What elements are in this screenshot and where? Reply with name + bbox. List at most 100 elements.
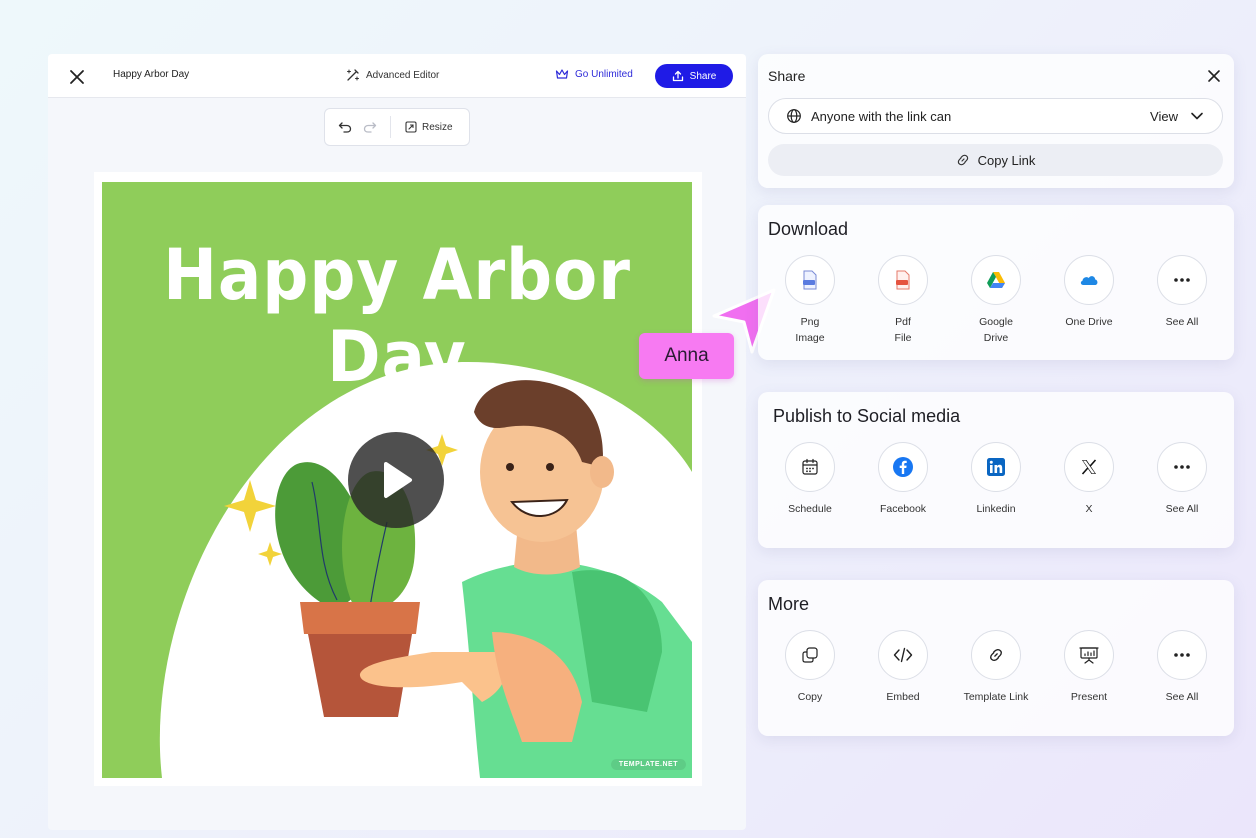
option-circle (1064, 255, 1114, 305)
editor-header: Happy Arbor Day Advanced Editor Go Unlim… (48, 54, 746, 98)
calendar-icon (802, 458, 818, 475)
go-unlimited-button[interactable]: Go Unlimited (555, 68, 633, 80)
more-options: Copy Embed Template Link Present See All (762, 630, 1232, 730)
option-label: Schedule (788, 503, 832, 515)
play-icon (384, 462, 412, 498)
copy-icon (802, 647, 818, 663)
option-circle (1157, 442, 1207, 492)
option-label: Png Image (795, 316, 825, 344)
more-copy-option[interactable]: Copy (768, 630, 852, 705)
social-facebook-option[interactable]: Facebook (861, 442, 945, 517)
option-circle (785, 255, 835, 305)
more-dots-icon (1174, 653, 1190, 657)
undo-icon[interactable] (337, 119, 353, 135)
option-label: Present (1070, 691, 1108, 703)
copy-link-label: Copy Link (977, 152, 1036, 168)
advanced-editor-label: Advanced Editor (366, 69, 440, 81)
more-present-option[interactable]: Present (1047, 630, 1131, 705)
social-x-option[interactable]: X (1047, 442, 1131, 517)
link-icon (957, 154, 968, 166)
option-circle (1064, 442, 1114, 492)
toolbar-divider (390, 116, 391, 138)
more-dots-icon (1174, 278, 1190, 282)
option-label: Facebook (879, 503, 927, 515)
link-access-value: View (1150, 108, 1178, 124)
resize-button[interactable]: Resize (405, 121, 453, 133)
close-icon[interactable] (68, 68, 86, 86)
crown-icon (555, 69, 569, 79)
link-icon (990, 648, 1002, 662)
link-access-text: Anyone with the link can (811, 108, 952, 124)
canvas-toolbar: Resize (324, 108, 470, 146)
template-watermark: TEMPLATE.NET (610, 759, 686, 770)
more-see-all-option[interactable]: See All (1140, 630, 1224, 705)
more-title: More (768, 594, 810, 614)
download-pdf-option[interactable]: Pdf File (861, 255, 945, 346)
share-panel-title: Share (768, 68, 806, 84)
resize-label: Resize (422, 121, 453, 133)
globe-icon (787, 109, 801, 123)
go-unlimited-label: Go Unlimited (575, 68, 633, 80)
option-label: Embed (886, 691, 920, 703)
copy-link-button[interactable]: Copy Link (768, 144, 1223, 176)
option-label: See All (1165, 316, 1199, 328)
x-logo-icon (1081, 459, 1097, 475)
more-panel: More Copy Embed Template Link Present Se… (758, 580, 1234, 736)
download-onedrive-option[interactable]: One Drive (1047, 255, 1131, 330)
option-label: X (1085, 503, 1093, 515)
option-circle (971, 255, 1021, 305)
more-dots-icon (1174, 465, 1190, 469)
presentation-icon (1079, 647, 1099, 664)
upload-icon (672, 70, 683, 82)
option-circle (878, 255, 928, 305)
more-template-link-option[interactable]: Template Link (954, 630, 1038, 705)
redo-icon[interactable] (362, 119, 378, 135)
download-panel: Download Png Image Pdf File Google Drive… (758, 205, 1234, 360)
editor-window: Happy Arbor Day Advanced Editor Go Unlim… (48, 54, 746, 830)
share-panel: Share Anyone with the link can View Copy… (758, 54, 1234, 188)
pdf-file-icon (896, 270, 910, 290)
magic-wand-icon (347, 69, 359, 81)
resize-icon (405, 121, 417, 133)
option-label: Template Link (963, 691, 1029, 703)
option-label: One Drive (1065, 316, 1113, 328)
social-publish-panel: Publish to Social media Schedule Faceboo (758, 392, 1234, 548)
option-circle (1064, 630, 1114, 680)
option-circle (878, 442, 928, 492)
chevron-down-icon (1191, 112, 1203, 120)
poster-title: Happy Arbor Day (163, 234, 631, 398)
download-title: Download (768, 219, 849, 239)
option-label: Google Drive (979, 316, 1013, 344)
option-circle (1157, 255, 1207, 305)
collaborator-name-tag: Anna (639, 333, 734, 379)
download-see-all-option[interactable]: See All (1140, 255, 1224, 330)
advanced-editor-button[interactable]: Advanced Editor (346, 68, 439, 82)
social-linkedin-option[interactable]: Linkedin (954, 442, 1038, 517)
design-artboard[interactable]: Happy Arbor Day TEMPLATE.NET (102, 182, 692, 778)
option-label: See All (1165, 503, 1199, 515)
social-options: Schedule Facebook Linkedin X See All (762, 442, 1232, 542)
option-circle (971, 442, 1021, 492)
option-circle (785, 630, 835, 680)
close-icon[interactable] (1206, 68, 1222, 84)
option-circle (971, 630, 1021, 680)
option-circle (878, 630, 928, 680)
share-button[interactable]: Share (655, 64, 733, 88)
download-options: Png Image Pdf File Google Drive One Driv… (762, 255, 1232, 355)
option-circle (785, 442, 835, 492)
link-access-dropdown[interactable]: Anyone with the link can View (768, 98, 1223, 134)
download-google-drive-option[interactable]: Google Drive (954, 255, 1038, 346)
social-see-all-option[interactable]: See All (1140, 442, 1224, 517)
social-title: Publish to Social media (773, 406, 961, 426)
png-file-icon (803, 270, 817, 290)
more-embed-option[interactable]: Embed (861, 630, 945, 705)
option-label: Copy (797, 691, 823, 703)
facebook-icon (893, 457, 913, 477)
play-video-button[interactable] (348, 432, 444, 528)
download-png-option[interactable]: Png Image (768, 255, 852, 346)
option-label: Linkedin (976, 503, 1016, 515)
code-icon (893, 647, 913, 663)
canvas-frame: Happy Arbor Day TEMPLATE.NET (94, 172, 702, 786)
social-schedule-option[interactable]: Schedule (768, 442, 852, 517)
document-title: Happy Arbor Day (113, 69, 190, 80)
